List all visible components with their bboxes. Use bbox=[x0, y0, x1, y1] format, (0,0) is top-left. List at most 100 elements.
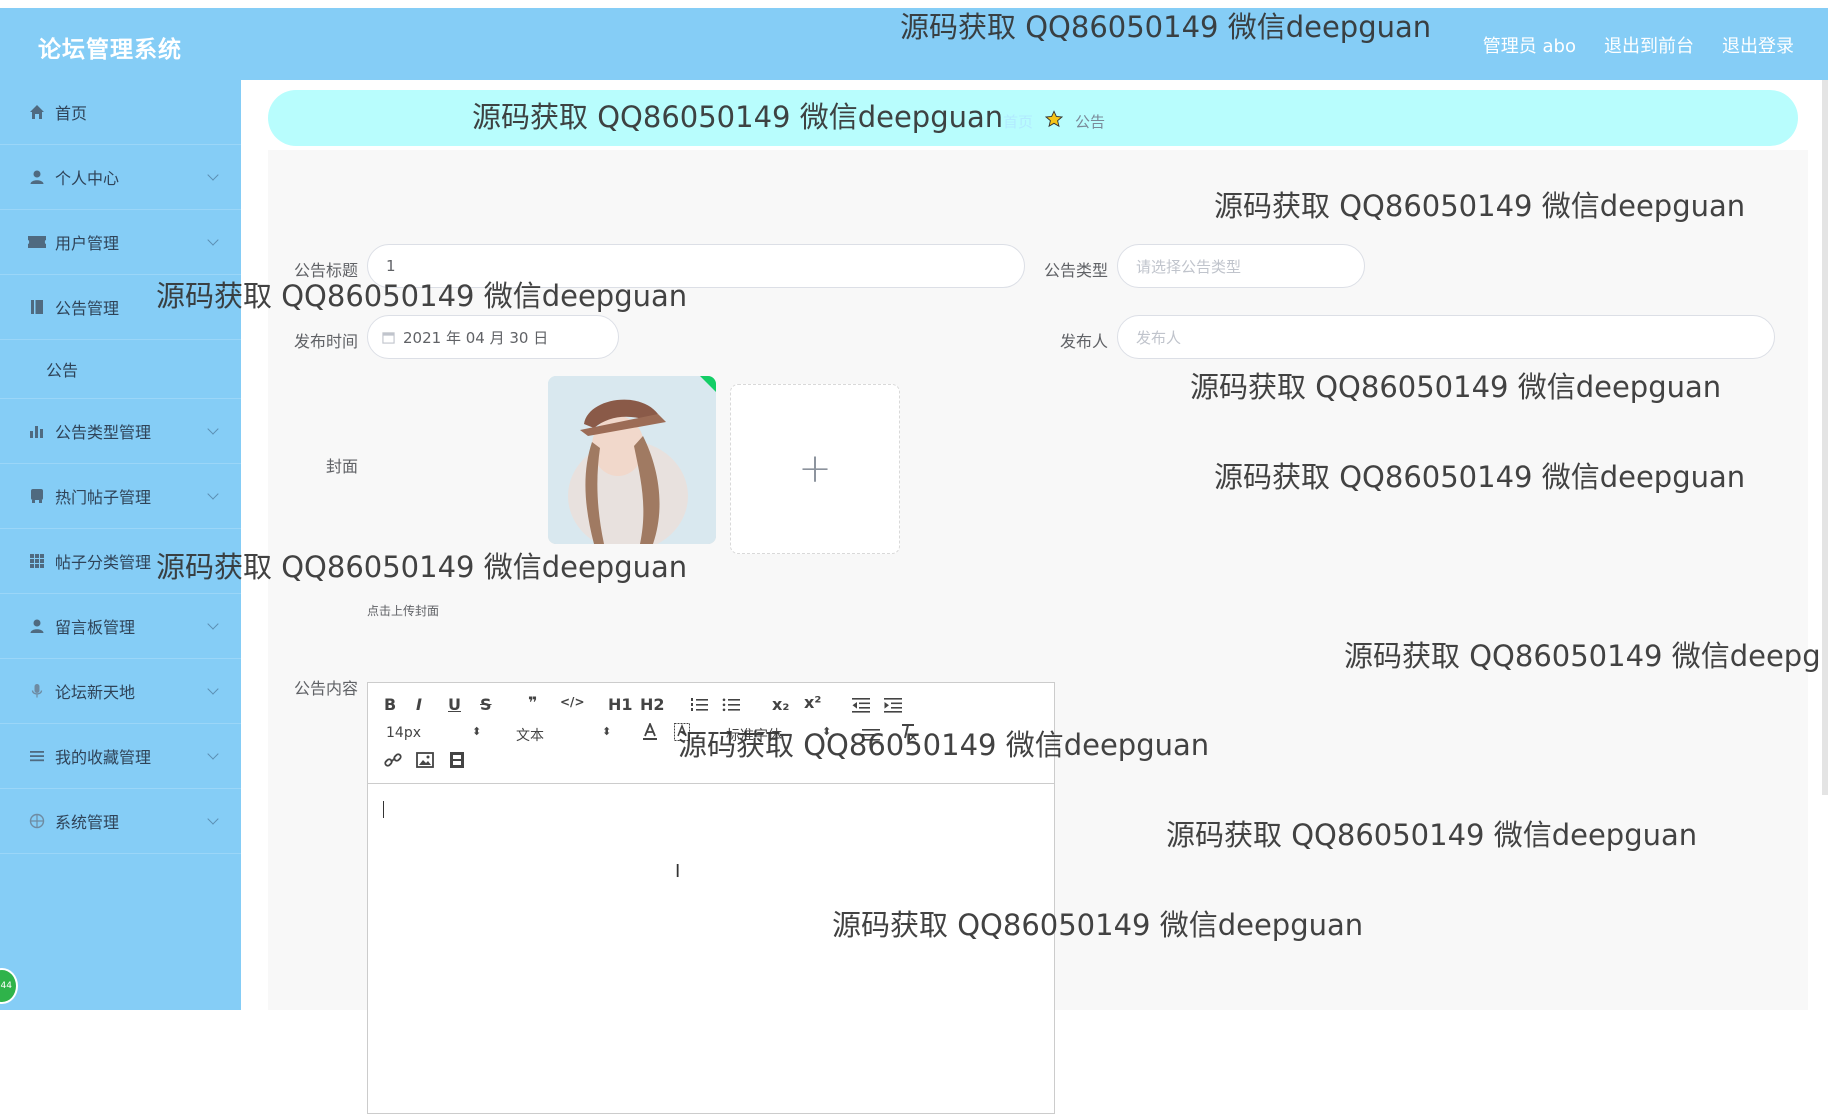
quote-button[interactable]: ❞ bbox=[528, 693, 537, 712]
chevron-down-icon bbox=[207, 488, 219, 500]
sidebar-item-home[interactable]: 首页 bbox=[0, 80, 241, 145]
cover-label: 封面 bbox=[325, 457, 358, 476]
main-content: 首页 公告 公告标题 1 公告类型 请选择公告类型 发布时间 2021 年 04… bbox=[241, 80, 1828, 1114]
top-header: 论坛管理系统 管理员 abo 退出到前台 退出登录 bbox=[0, 8, 1828, 80]
chevron-down-icon bbox=[207, 748, 219, 760]
indent-icon[interactable] bbox=[884, 697, 902, 717]
chevron-down-icon bbox=[207, 169, 219, 181]
sidebar-item-label: 我的收藏管理 bbox=[55, 748, 152, 767]
sidebar-item-forum-world[interactable]: 论坛新天地 bbox=[0, 659, 241, 724]
sidebar-item-post-category[interactable]: 帖子分类管理 bbox=[0, 529, 241, 594]
sidebar-item-user-management[interactable]: 用户管理 bbox=[0, 210, 241, 275]
breadcrumb-current: 公告 bbox=[1075, 112, 1106, 131]
h1-button[interactable]: H1 bbox=[608, 695, 633, 714]
publish-time-picker[interactable]: 2021 年 04 月 30 日 bbox=[367, 315, 619, 359]
sidebar-item-label: 个人中心 bbox=[55, 169, 120, 188]
bold-button[interactable]: B bbox=[384, 695, 396, 714]
editor-content-area[interactable] bbox=[368, 783, 1054, 1113]
home-icon bbox=[27, 102, 47, 122]
breadcrumb-home[interactable]: 首页 bbox=[1003, 111, 1033, 132]
floating-badge-button[interactable]: 44 bbox=[0, 968, 18, 1004]
chevron-down-icon bbox=[207, 813, 219, 825]
app-title: 论坛管理系统 bbox=[38, 37, 182, 63]
page-scrollbar[interactable] bbox=[1822, 80, 1828, 795]
chevron-down-icon bbox=[207, 234, 219, 246]
chevron-down-icon bbox=[207, 423, 219, 435]
microphone-icon bbox=[27, 681, 47, 701]
sidebar-item-label: 公告管理 bbox=[55, 299, 120, 318]
font-family-select[interactable]: 标准字体 bbox=[726, 725, 782, 745]
clear-format-icon[interactable] bbox=[900, 723, 918, 745]
type-select[interactable]: 请选择公告类型 bbox=[1117, 244, 1365, 288]
sidebar-item-message-board[interactable]: 留言板管理 bbox=[0, 594, 241, 659]
publish-time-value: 2021 年 04 月 30 日 bbox=[403, 328, 549, 347]
bullet-list-icon[interactable] bbox=[722, 697, 740, 717]
cover-photo-icon bbox=[548, 376, 716, 544]
plus-icon: + bbox=[798, 446, 832, 492]
background-color-icon[interactable] bbox=[674, 723, 690, 745]
block-type-select[interactable]: 文本 bbox=[516, 725, 544, 745]
italic-button[interactable]: I bbox=[416, 695, 422, 714]
link-icon[interactable] bbox=[384, 751, 402, 773]
font-size-select[interactable]: 14px bbox=[386, 725, 421, 741]
publisher-label: 发布人 bbox=[1059, 332, 1108, 351]
superscript-button[interactable]: x² bbox=[804, 693, 821, 712]
strike-button[interactable]: S bbox=[480, 695, 492, 714]
sort-icon: ⬍ bbox=[602, 725, 612, 738]
sidebar-item-notice-type-management[interactable]: 公告类型管理 bbox=[0, 399, 241, 464]
person-icon bbox=[27, 616, 47, 636]
badge-count: 44 bbox=[0, 981, 12, 991]
bar-chart-icon bbox=[27, 421, 47, 441]
video-icon[interactable] bbox=[448, 751, 466, 773]
sidebar-item-personal-center[interactable]: 个人中心 bbox=[0, 145, 241, 210]
ticket-icon bbox=[27, 232, 47, 252]
sidebar-item-label: 留言板管理 bbox=[55, 618, 136, 637]
sidebar-item-label: 热门帖子管理 bbox=[55, 488, 152, 507]
sidebar-item-favorites[interactable]: 我的收藏管理 bbox=[0, 724, 241, 789]
editor-toolbar: B I U S ❞ </> H1 H2 x₂ x² 14px ⬍ 文本 ⬍ 标准… bbox=[368, 683, 1054, 784]
sidebar-item-label: 首页 bbox=[55, 104, 88, 123]
title-input[interactable]: 1 bbox=[367, 244, 1025, 288]
underline-button[interactable]: U bbox=[448, 695, 461, 714]
sidebar: 首页 个人中心 用户管理 公告管理 公告 公告类型管理 热门帖子管理 帖子分类管… bbox=[0, 80, 241, 1010]
cover-thumbnail[interactable] bbox=[548, 376, 716, 544]
breadcrumb: 首页 公告 bbox=[1003, 110, 1105, 132]
ordered-list-icon[interactable] bbox=[690, 697, 708, 717]
publish-time-label: 发布时间 bbox=[293, 332, 358, 351]
chevron-down-icon bbox=[207, 683, 219, 695]
align-icon[interactable] bbox=[862, 727, 880, 746]
user-icon bbox=[27, 167, 47, 187]
grid-icon bbox=[27, 551, 47, 571]
sidebar-subitem-notice[interactable]: 公告 bbox=[0, 340, 241, 399]
title-label: 公告标题 bbox=[293, 261, 358, 280]
publisher-input[interactable]: 发布人 bbox=[1117, 315, 1775, 359]
back-to-front-link[interactable]: 退出到前台 bbox=[1604, 32, 1694, 58]
calendar-icon bbox=[382, 331, 395, 344]
sort-icon: ⬍ bbox=[822, 725, 832, 738]
book-icon bbox=[27, 297, 47, 317]
list-icon bbox=[27, 746, 47, 766]
mouse-ibeam-icon: Ι bbox=[675, 861, 681, 882]
code-button[interactable]: </> bbox=[560, 695, 585, 709]
sidebar-item-hot-posts[interactable]: 热门帖子管理 bbox=[0, 464, 241, 529]
sidebar-item-notice-management[interactable]: 公告管理 bbox=[0, 275, 241, 340]
admin-label[interactable]: 管理员 abo bbox=[1483, 32, 1576, 58]
sidebar-item-label: 系统管理 bbox=[55, 813, 120, 832]
type-label: 公告类型 bbox=[1043, 261, 1108, 280]
outdent-icon[interactable] bbox=[852, 697, 870, 717]
upload-add-button[interactable]: + bbox=[730, 384, 900, 554]
sidebar-item-system-management[interactable]: 系统管理 bbox=[0, 789, 241, 854]
sidebar-item-label: 用户管理 bbox=[55, 234, 120, 253]
h2-button[interactable]: H2 bbox=[640, 695, 665, 714]
subscript-button[interactable]: x₂ bbox=[772, 695, 789, 714]
globe-icon bbox=[27, 811, 47, 831]
chevron-down-icon bbox=[207, 618, 219, 630]
font-color-icon[interactable] bbox=[642, 721, 658, 745]
sidebar-item-label: 论坛新天地 bbox=[55, 683, 136, 702]
bus-icon bbox=[27, 486, 47, 506]
logout-link[interactable]: 退出登录 bbox=[1722, 32, 1794, 58]
sort-icon: ⬍ bbox=[472, 725, 482, 738]
image-icon[interactable] bbox=[416, 751, 434, 773]
breadcrumb-bar: 首页 公告 bbox=[268, 90, 1798, 146]
star-icon bbox=[1044, 110, 1064, 132]
